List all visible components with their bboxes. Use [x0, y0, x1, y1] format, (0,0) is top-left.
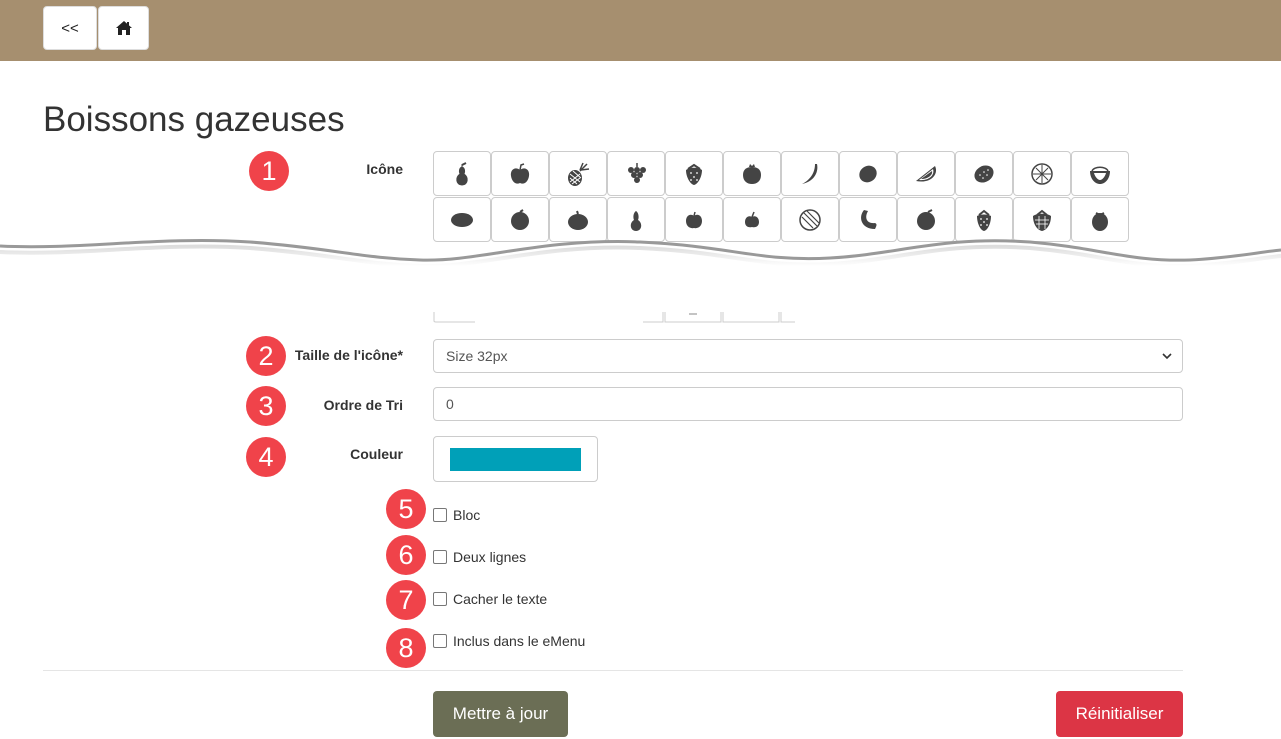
page-title: Boissons gazeuses	[43, 100, 345, 139]
icon-option-pear[interactable]	[433, 151, 491, 196]
icon-option-pineapple[interactable]	[549, 151, 607, 196]
lime-icon	[451, 212, 473, 227]
hide-text-checkbox-row: Cacher le texte	[433, 591, 547, 607]
icon-size-value: Size 32px	[446, 348, 508, 364]
tangerine-icon	[568, 210, 588, 230]
pear-icon	[630, 210, 642, 231]
icon-size-select[interactable]: Size 32px	[433, 339, 1183, 373]
icon-option-apple[interactable]	[491, 151, 549, 196]
bloc-checkbox-row: Bloc	[433, 507, 480, 523]
in-emenu-checkbox-label: Inclus dans le eMenu	[453, 633, 586, 649]
orange-icon	[511, 208, 529, 230]
passion-fruit-icon	[974, 164, 994, 183]
plum-icon	[917, 208, 935, 230]
sort-order-value: 0	[446, 396, 454, 412]
raspberry-icon	[1033, 209, 1051, 231]
icon-option-lemon[interactable]	[839, 151, 897, 196]
lemon-icon	[859, 165, 877, 182]
back-button[interactable]: <<	[43, 6, 97, 50]
two-lines-checkbox-row: Deux lignes	[433, 549, 526, 565]
strawberry-icon	[686, 163, 702, 185]
top-header-bar: <<	[0, 0, 1281, 61]
pineapple-icon	[568, 162, 590, 186]
icon-grid-remnant	[433, 312, 795, 323]
icon-option-passion-fruit[interactable]	[955, 151, 1013, 196]
color-label: Couleur	[350, 446, 403, 462]
two-lines-checkbox[interactable]	[433, 550, 447, 564]
icon-label: Icône	[366, 161, 403, 177]
step-badge-5: 5	[386, 489, 426, 529]
icon-option-orange-slice[interactable]	[1013, 151, 1071, 196]
hide-text-checkbox[interactable]	[433, 592, 447, 606]
icon-option-grapes[interactable]	[607, 151, 665, 196]
pear-icon	[456, 161, 468, 186]
bloc-checkbox-label: Bloc	[453, 507, 481, 523]
banana-icon	[802, 163, 818, 184]
reset-button[interactable]: Réinitialiser	[1056, 691, 1183, 737]
melon-icon	[799, 208, 821, 231]
cherry-apple-icon	[745, 211, 759, 227]
in-emenu-checkbox-row: Inclus dans le eMenu	[433, 633, 585, 649]
pomegranate-icon	[743, 163, 761, 184]
step-badge-6: 6	[386, 535, 426, 575]
sort-order-input[interactable]: 0	[433, 387, 1183, 421]
sort-order-label: Ordre de Tri	[323, 397, 403, 413]
home-button[interactable]	[98, 6, 149, 50]
color-picker[interactable]	[433, 436, 598, 482]
orange-slice-icon	[1031, 162, 1053, 185]
in-emenu-checkbox[interactable]	[433, 634, 447, 648]
form-divider	[43, 670, 1183, 671]
icon-size-label: Taille de l'icône*	[294, 347, 403, 363]
hide-text-checkbox-label: Cacher le texte	[453, 591, 548, 607]
update-button[interactable]: Mettre à jour	[433, 691, 568, 737]
color-swatch[interactable]	[450, 448, 581, 471]
crescent-fruit-icon	[861, 209, 877, 229]
berry-icon	[1092, 211, 1108, 231]
bloc-checkbox[interactable]	[433, 508, 447, 522]
strawberry-icon	[977, 209, 991, 231]
watermelon-slice-icon	[916, 165, 937, 182]
fig-half-icon	[1090, 166, 1110, 184]
apple-icon	[510, 162, 530, 184]
apple-icon	[686, 211, 702, 228]
home-icon	[115, 21, 132, 35]
icon-option-strawberry[interactable]	[665, 151, 723, 196]
chevron-down-icon	[1162, 349, 1172, 363]
two-lines-checkbox-label: Deux lignes	[453, 549, 527, 565]
icon-option-pomegranate[interactable]	[723, 151, 781, 196]
step-badge-7: 7	[386, 580, 426, 620]
icon-option-banana[interactable]	[781, 151, 839, 196]
grapes-icon	[628, 162, 646, 183]
icon-option-watermelon[interactable]	[897, 151, 955, 196]
step-badge-8: 8	[386, 628, 426, 668]
icon-option-fig-half[interactable]	[1071, 151, 1129, 196]
